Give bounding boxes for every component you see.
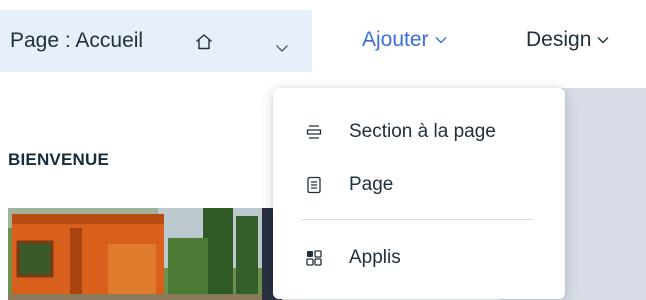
add-menu-dropdown: Section à la page Page Applis [273,88,565,299]
menu-item-label: Section à la page [349,121,496,142]
chevron-down-icon [597,37,609,44]
menu-item-page[interactable]: Page [273,163,565,207]
menu-divider [301,219,533,220]
page-selector-dropdown[interactable]: Page : Accueil [0,10,312,72]
menu-item-label: Applis [349,247,401,268]
site-photo-image[interactable] [8,208,272,300]
menu-item-section[interactable]: Section à la page [273,110,565,154]
chevron-down-icon [276,45,288,52]
section-icon [306,125,322,139]
design-menu-button[interactable]: Design [526,28,609,52]
add-menu-button[interactable]: Ajouter [362,28,447,52]
menu-item-label: Page [349,174,394,195]
home-icon [196,34,212,50]
page-selector-label: Page : Accueil [10,29,144,52]
page-icon [307,176,321,194]
apps-icon [306,250,322,266]
menu-item-apps[interactable]: Applis [273,236,565,280]
welcome-heading[interactable]: BIENVENUE [8,150,109,170]
chevron-down-icon [435,37,447,44]
top-bar: Page : Accueil Ajouter Design [0,0,646,72]
design-menu-label: Design [526,28,592,51]
add-menu-label: Ajouter [362,28,429,51]
